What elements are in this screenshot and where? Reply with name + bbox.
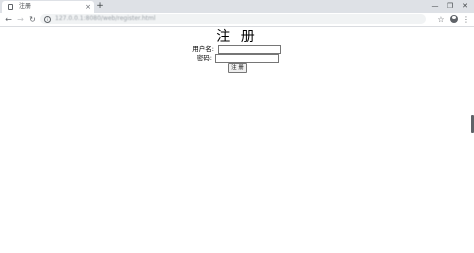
window-close-icon[interactable]: ✕ (458, 0, 472, 12)
page-title: 注 册 (216, 29, 258, 45)
username-field[interactable] (218, 45, 281, 54)
url-text[interactable]: 127.0.0.1:8080/web/register.html (55, 14, 156, 24)
tab-strip: 注册 × + — ❐ ✕ (0, 0, 474, 13)
tab-register[interactable]: 注册 × (2, 1, 94, 13)
star-icon[interactable]: ☆ (436, 13, 446, 26)
tab-title: 注册 (19, 3, 32, 10)
more-vert-icon[interactable]: ⋮ (462, 13, 470, 26)
username-label: 用户名: (192, 45, 214, 53)
register-button[interactable]: 注 册 (228, 63, 247, 73)
reload-icon[interactable]: ↻ (27, 13, 38, 26)
password-label: 密码: (196, 54, 212, 62)
tab-close-icon[interactable]: × (84, 2, 92, 12)
minimize-icon[interactable]: — (428, 0, 442, 12)
info-icon[interactable]: i (44, 16, 51, 23)
password-field[interactable] (215, 54, 279, 63)
browser-toolbar: ← → ↻ i 127.0.0.1:8080/web/register.html… (0, 13, 474, 27)
password-row: 密码: (0, 54, 474, 63)
browser-window: 注册 × + — ❐ ✕ ← → ↻ i 127.0.0.1:8080/web/… (0, 0, 474, 253)
address-bar[interactable]: i 127.0.0.1:8080/web/register.html (40, 14, 426, 24)
account-icon[interactable] (450, 15, 458, 23)
new-tab-button[interactable]: + (95, 1, 105, 12)
username-row: 用户名: (0, 45, 474, 54)
forward-arrow-icon[interactable]: → (15, 13, 26, 26)
page-viewport: 注 册 用户名: 密码: 注 册 (0, 27, 474, 253)
page-icon (8, 4, 13, 10)
maximize-icon[interactable]: ❐ (443, 0, 457, 12)
back-arrow-icon[interactable]: ← (3, 13, 14, 26)
